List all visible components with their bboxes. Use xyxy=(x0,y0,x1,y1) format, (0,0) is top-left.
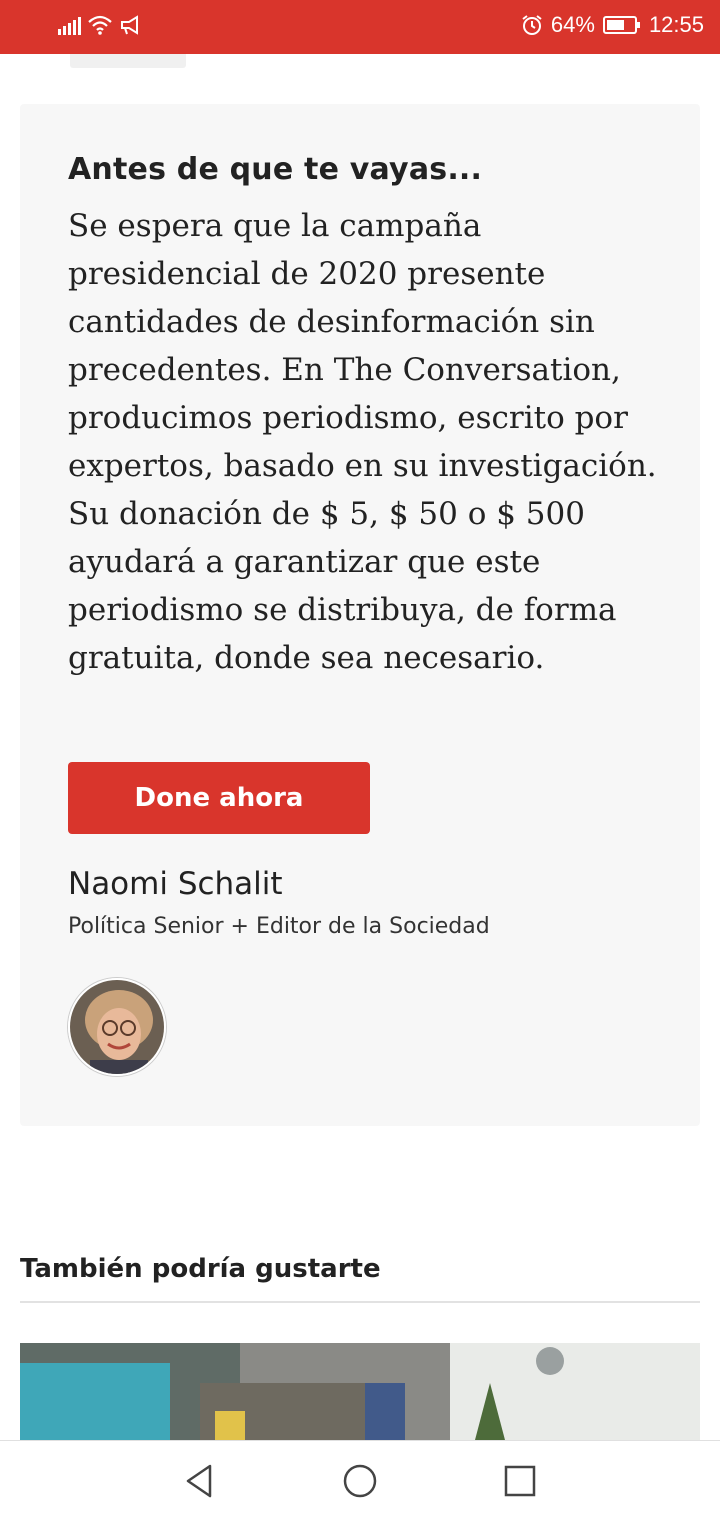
card-body-text: Se espera que la campaña presidencial de… xyxy=(68,208,657,676)
clock: 12:55 xyxy=(648,12,704,37)
battery-icon xyxy=(602,16,640,34)
battery-percent: 64% xyxy=(550,12,595,37)
related-section-title: También podría gustarte xyxy=(20,1254,381,1284)
status-right: 64% 12:55 xyxy=(521,12,704,38)
donate-button[interactable]: Done ahora xyxy=(68,762,370,834)
status-bar: 64% 12:55 xyxy=(0,0,720,54)
home-icon[interactable] xyxy=(340,1461,380,1501)
author-role: Política Senior + Editor de la Sociedad xyxy=(68,914,490,939)
section-divider xyxy=(20,1301,700,1303)
recents-icon[interactable] xyxy=(500,1461,540,1501)
alarm-icon xyxy=(522,15,542,35)
author-avatar xyxy=(68,978,166,1076)
author-name: Naomi Schalit xyxy=(68,866,283,902)
related-article-thumbnail[interactable] xyxy=(20,1343,700,1440)
wifi-icon xyxy=(88,15,112,35)
navigation-bar xyxy=(0,1440,720,1521)
signal-icon xyxy=(58,15,81,35)
previous-element-stub xyxy=(70,54,186,68)
megaphone-icon xyxy=(121,15,138,35)
donation-card: Antes de que te vayas... Se espera que l… xyxy=(20,104,700,1126)
back-icon[interactable] xyxy=(180,1461,220,1501)
status-left-icons xyxy=(58,14,143,36)
card-title: Antes de que te vayas... xyxy=(68,152,483,187)
